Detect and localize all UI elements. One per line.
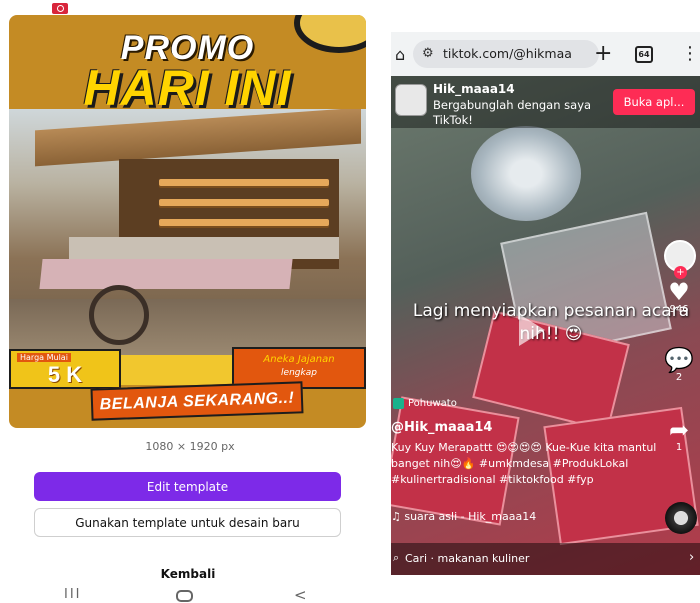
search-icon: ⌕: [393, 551, 400, 564]
play-icon[interactable]: [519, 314, 545, 346]
app-notification-icon: [52, 3, 68, 14]
avatar: [395, 84, 427, 116]
browser-home-icon[interactable]: ⌂: [395, 45, 405, 64]
heart-icon: ♥: [668, 278, 690, 306]
more-menu-icon[interactable]: ⋮: [681, 43, 699, 64]
use-template-button[interactable]: Gunakan template untuk desain baru: [34, 508, 341, 537]
related-search-bar[interactable]: ⌕ Cari · makanan kuliner ›: [391, 543, 700, 575]
stall-tray: [159, 199, 329, 206]
poster-strip: [121, 355, 232, 385]
site-settings-icon[interactable]: ⚙: [422, 46, 434, 61]
stall-tablecloth: [39, 259, 293, 289]
like-button[interactable]: ♥ 946: [659, 278, 699, 315]
chevron-right-icon: ›: [689, 550, 695, 565]
jajanan-line1: Aneka Jajanan: [263, 354, 335, 365]
search-query: makanan kuliner: [437, 552, 530, 565]
price-value: 5 K: [47, 362, 83, 387]
stall-tray: [159, 219, 329, 226]
home-icon[interactable]: [176, 590, 193, 602]
like-count: 946: [669, 304, 689, 315]
tab-switcher-icon[interactable]: 64: [635, 46, 653, 63]
poster-cta-text: BELANJA SEKARANG..!: [99, 389, 295, 414]
comment-button[interactable]: 💬 2: [659, 346, 699, 383]
stall-counter: [69, 237, 339, 259]
url-text[interactable]: tiktok.com/@hikmaa: [443, 46, 593, 61]
recent-apps-icon[interactable]: III: [64, 587, 82, 603]
music-disc-icon[interactable]: [665, 502, 697, 534]
open-app-button[interactable]: Buka apl...: [613, 89, 695, 115]
location-name: Pohuwato: [408, 398, 457, 409]
cart-wheel: [89, 285, 149, 345]
template-preview-panel: PROMO HARI INI Harga Mulai 5 K Aneka Jaj…: [0, 0, 380, 603]
price-label: Harga Mulai: [17, 353, 71, 362]
video-caption-overlay: Lagi menyiapkan pesanan acara nih!! 😍: [412, 301, 690, 344]
video-description: Kuy Kuy Merapattt 😍😍😍😍 Kue-Kue kita mant…: [391, 441, 657, 486]
video-fan: [471, 126, 581, 221]
browser-toolbar: ⌂ ⚙ tiktok.com/@hikmaa + 64 ⋮: [391, 32, 700, 76]
search-prefix: Cari: [405, 552, 427, 565]
jajanan-line2: lengkap: [281, 368, 317, 378]
sound-label[interactable]: ♫ suara asli - Hik_maaa14: [391, 510, 536, 523]
back-chevron-icon[interactable]: <: [294, 587, 307, 603]
tiktok-browser-panel: ⌂ ⚙ tiktok.com/@hikmaa + 64 ⋮ Hik_maaa14…: [391, 32, 700, 575]
creator-handle[interactable]: @Hik_maaa14: [391, 420, 492, 435]
food-stall-photo: [9, 109, 366, 359]
comment-icon: 💬: [664, 346, 694, 374]
template-dimensions: 1080 × 1920 px: [145, 440, 235, 453]
stall-awning: [35, 109, 361, 167]
new-tab-icon[interactable]: +: [594, 41, 612, 66]
edit-template-button[interactable]: Edit template: [34, 472, 341, 501]
location-badge[interactable]: Pohuwato: [393, 398, 457, 409]
banner-message: Bergabunglah dengan saya TikTok!: [433, 98, 592, 127]
poster-cta-banner: BELANJA SEKARANG..!: [90, 381, 304, 421]
location-icon: [393, 398, 404, 409]
template-poster: PROMO HARI INI Harga Mulai 5 K Aneka Jaj…: [9, 15, 366, 428]
open-app-banner: Hik_maaa14 Bergabunglah dengan saya TikT…: [391, 76, 700, 128]
stall-tray: [159, 179, 329, 186]
price-badge: Harga Mulai 5 K: [9, 349, 121, 389]
related-search-text: Cari · makanan kuliner: [405, 552, 530, 565]
banner-username: Hik_maaa14: [433, 82, 515, 96]
back-link[interactable]: Kembali: [0, 567, 376, 581]
